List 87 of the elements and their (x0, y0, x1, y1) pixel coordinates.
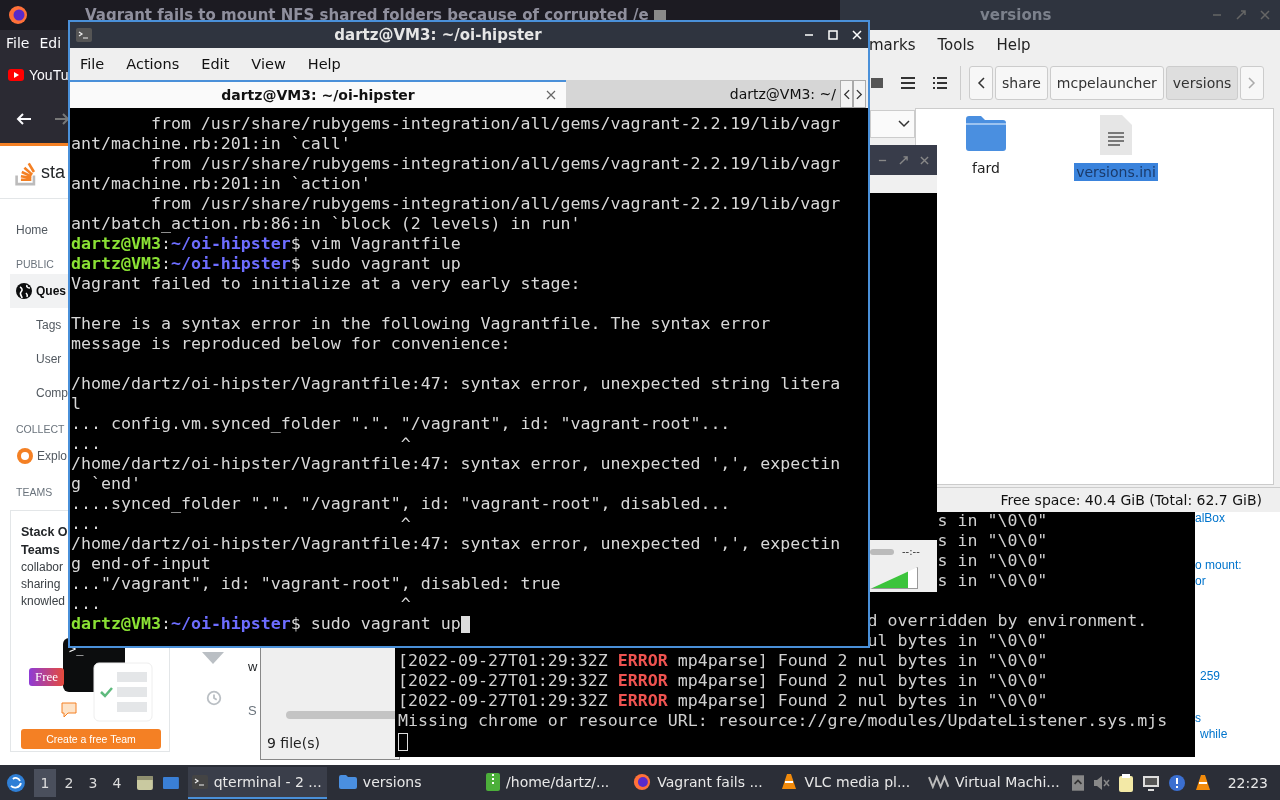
taskbar-button[interactable]: qterminal - 2 ... (187, 766, 327, 799)
sidebar-heading: PUBLIC (15, 257, 55, 272)
sidebar-item[interactable]: Home (0, 215, 68, 245)
menu-item[interactable]: File (80, 56, 105, 72)
prompt-line: dartz@VM3:~/oi-hipster$ sudo vagrant up (71, 614, 461, 633)
terminal-line: ant/machine.rb:201:in `action' (71, 174, 371, 193)
terminal-line: [2022-09-27T01:29:32Z ERROR mp4parse] Found 2 nul bytes in "\0\0" (398, 671, 1048, 690)
terminal-line: g end-of-input (71, 554, 211, 573)
breadcrumb-button[interactable]: share (995, 66, 1048, 100)
terminal-line: ant/batch_action.rb:86:in `block (2 levels) in run' (71, 214, 581, 233)
sidebar-item[interactable]: Comp (0, 376, 68, 410)
workspace-button[interactable]: 3 (81, 768, 104, 797)
sidebar-item[interactable]: User (0, 342, 68, 376)
status-text: 9 file(s) (267, 735, 320, 751)
terminal-line: message is reproduced below for convenience: (71, 334, 511, 353)
menu-item[interactable]: Help (996, 36, 1031, 54)
terminal-line: [2022-09-27T01:29:32Z ERROR mp4parse] Found 2 nul bytes in "\0\0" (398, 651, 1048, 670)
terminal-line: s in "\0\0" (937, 551, 1048, 570)
menu-item[interactable]: Tools (937, 36, 975, 54)
window-title: Vagrant fails to mount NFS shared folders because of corrupted /e (85, 6, 649, 24)
terminal-line: ... ^ (71, 434, 411, 453)
terminal-line: from /usr/share/rubygems-integration/all/gems/vagrant-2.2.19/lib/vagr (149, 114, 841, 133)
link[interactable]: alBox (1195, 511, 1226, 525)
menu-item[interactable]: View (251, 56, 286, 72)
terminal-line: /home/dartz/oi-hipster/Vagrantfile:47: syntax error, unexpected ',', expectin (71, 534, 841, 553)
breadcrumb-button[interactable]: versions (1165, 66, 1239, 100)
menu-item[interactable]: Edit (201, 56, 230, 72)
window-title: dartz@VM3: ~/oi-hipster (333, 26, 543, 44)
workspace-button[interactable]: 2 (57, 768, 80, 797)
sidebar-item[interactable]: Ques (10, 274, 68, 308)
link[interactable]: s (1195, 711, 1201, 725)
terminal-line: s in "\0\0" (937, 531, 1048, 550)
terminal-line: ... ^ (71, 594, 411, 613)
terminal-line: from /usr/share/rubygems-integration/all/gems/vagrant-2.2.19/lib/vagr (149, 154, 841, 173)
menu-item[interactable]: File (6, 34, 30, 51)
terminal-line: [2022-09-27T01:29:32Z ERROR mp4parse] Found 2 nul bytes in "\0\0" (398, 691, 1048, 710)
terminal-line: ... config.vm.synced_folder ".". "/vagrant", id: "vagrant-root"... (71, 414, 731, 433)
prompt-line: dartz@VM3:~/oi-hipster$ sudo vagrant up (71, 254, 461, 273)
workspace-button[interactable]: 4 (105, 768, 128, 797)
taskbar-button[interactable]: versions (334, 766, 475, 799)
file-name[interactable]: fard (970, 159, 1002, 177)
terminal-line: s in "\0\0" (937, 511, 1048, 530)
card-text: collabor sharing knowled (21, 559, 66, 610)
terminal-line: Vagrant failed to initialize at a very early stage: (71, 274, 581, 293)
sidebar-heading: COLLECT (15, 422, 66, 437)
breadcrumb-button[interactable]: mcpelauncher (1049, 66, 1164, 100)
logo-text: sta (41, 161, 65, 183)
terminal-line: ... ^ (71, 514, 411, 533)
terminal-line: from /usr/share/rubygems-integration/all/gems/vagrant-2.2.19/lib/vagr (149, 194, 841, 213)
menu-item[interactable]: marks (869, 36, 916, 54)
card-title: Stack O Teams (21, 524, 68, 559)
text-fragment: w (248, 659, 258, 674)
terminal-line: ....synced_folder ".". "/vagrant", id: "vagrant-root", disabled... (71, 494, 731, 513)
window-title: versions (980, 6, 1052, 24)
taskbar-button[interactable]: /home/dartz/... (482, 766, 622, 799)
sidebar-item[interactable]: Explo (0, 439, 68, 473)
terminal-line: ant/machine.rb:201:in `call' (71, 134, 351, 153)
free-badge: Free (29, 668, 65, 686)
clock: 22:23 (1227, 774, 1269, 791)
text-fragment: S (248, 703, 257, 718)
terminal-line: There is a syntax error in the following Vagrantfile. The syntax error (71, 314, 771, 333)
menu-item[interactable]: Help (307, 56, 341, 72)
status-text: Free space: 40.4 GiB (Total: 62.7 GiB) (1000, 492, 1262, 508)
link[interactable]: 259 (1200, 669, 1221, 683)
menu-item[interactable]: Edi (39, 34, 62, 51)
terminal-line: Missing chrome or resource URL: resource://gre/modules/UpdateListener.sys.mjs (398, 711, 1168, 730)
bookmark[interactable]: YouTu (8, 67, 69, 83)
taskbar-button[interactable]: VLC media pl... (776, 766, 916, 799)
tab[interactable]: dartz@VM3: ~/oi-hipster (70, 80, 566, 108)
link[interactable]: or (1195, 574, 1206, 588)
terminal-line: ..."/vagrant", id: "vagrant-root", disabled: true (71, 574, 561, 593)
terminal-line: g `end' (71, 474, 141, 493)
taskbar-button[interactable]: Vagrant fails ... (629, 766, 769, 799)
terminal-line: s in "\0\0" (937, 571, 1048, 590)
terminal-line: /home/dartz/oi-hipster/Vagrantfile:47: syntax error, unexpected string litera (71, 374, 841, 393)
prompt-line: dartz@VM3:~/oi-hipster$ vim Vagrantfile (71, 234, 461, 253)
link[interactable]: while (1200, 727, 1228, 741)
workspace-button[interactable]: 1 (33, 768, 56, 797)
sidebar-heading: TEAMS (15, 485, 54, 500)
taskbar-button[interactable]: Virtual Machi... (923, 766, 1064, 799)
tab[interactable]: dartz@VM3: ~/ (566, 80, 840, 108)
sidebar-item[interactable]: Tags (0, 308, 68, 342)
menu-item[interactable]: Actions (126, 56, 180, 72)
terminal-line: /home/dartz/oi-hipster/Vagrantfile:47: syntax error, unexpected ',', expectin (71, 454, 841, 473)
link[interactable]: o mount: (1195, 558, 1242, 572)
terminal-line: l (71, 394, 81, 413)
time-label: --:-- (902, 546, 920, 557)
